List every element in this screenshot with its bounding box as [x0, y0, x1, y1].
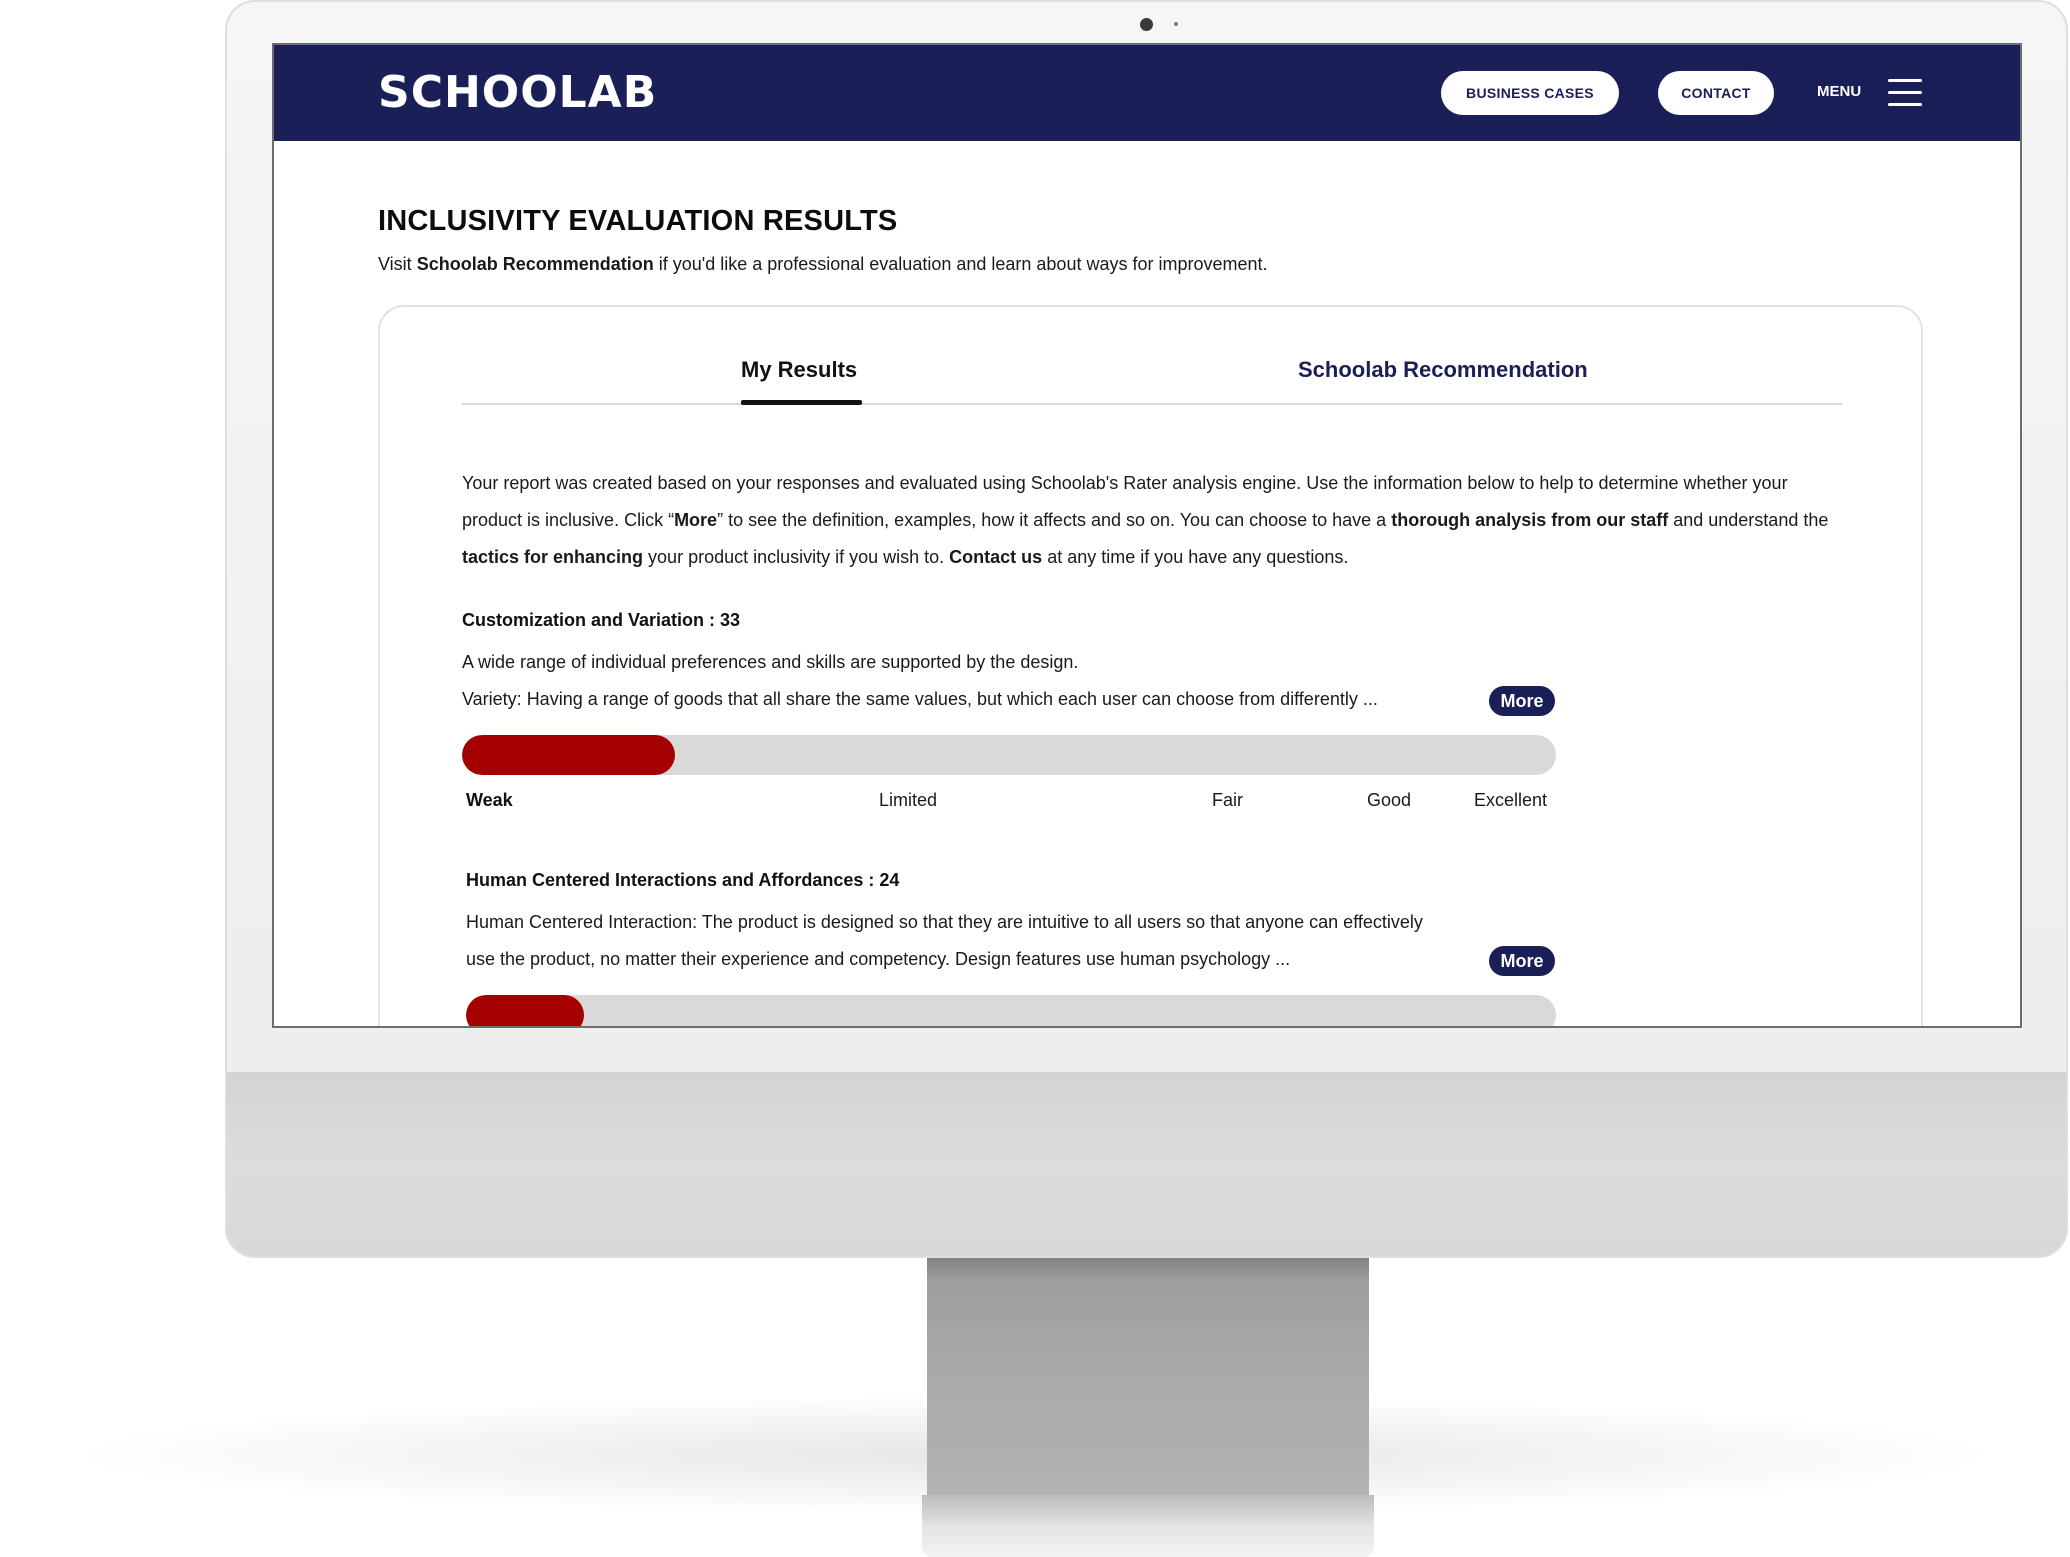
- subtitle-suffix: if you'd like a professional evaluation …: [653, 254, 1268, 274]
- subtitle-prefix: Visit: [378, 254, 417, 274]
- subtitle-recommendation-link[interactable]: Schoolab Recommendation: [417, 254, 654, 274]
- intro-text-5: at any time if you have any questions.: [1042, 547, 1349, 567]
- monitor-chin: [227, 1072, 2066, 1256]
- scale-good: Good: [1367, 790, 1412, 810]
- more-button-human-centered[interactable]: More: [1489, 946, 1555, 976]
- logo-text: SCHOOLAB: [378, 66, 658, 118]
- section-desc-customization: A wide range of individual preferences a…: [462, 652, 1079, 672]
- section-desc-human-centered: Human Centered Interaction: The product …: [466, 912, 1423, 932]
- section-desc2-human-centered: use the product, no matter their experie…: [466, 949, 1291, 969]
- product-mockup: SCHOOLAB BUSINESS CASES CONTACT MENU INC…: [0, 0, 2070, 1557]
- menu-label[interactable]: MENU: [1817, 83, 1861, 100]
- more-button-customization[interactable]: More: [1489, 686, 1555, 716]
- hamburger-menu-icon[interactable]: [1888, 79, 1922, 107]
- tab-schoolab-recommendation[interactable]: Schoolab Recommendation: [1298, 357, 1588, 383]
- business-cases-button[interactable]: BUSINESS CASES: [1441, 71, 1619, 115]
- tab-my-results[interactable]: My Results: [741, 357, 857, 383]
- score-bar-fill-human-centered: [466, 995, 584, 1026]
- intro-more-word: More: [674, 510, 718, 530]
- active-tab-indicator: [741, 400, 862, 405]
- page-title: INCLUSIVITY EVALUATION RESULTS: [378, 205, 898, 237]
- scale-fair: Fair: [1212, 790, 1243, 810]
- section-variety-customization: Variety: Having a range of goods that al…: [462, 689, 1378, 709]
- intro-contact-link[interactable]: Contact us: [949, 547, 1042, 567]
- section-title-customization: Customization and Variation : 33: [462, 610, 741, 630]
- monitor-stand-foot: [922, 1495, 1374, 1557]
- screen: SCHOOLAB BUSINESS CASES CONTACT MENU INC…: [272, 43, 2022, 1028]
- section-title-human-centered: Human Centered Interactions and Affordan…: [466, 870, 900, 890]
- page-subtitle: Visit Schoolab Recommendation if you'd l…: [378, 254, 1268, 275]
- light-sensor: [1174, 22, 1178, 26]
- monitor-stand: [927, 1255, 1369, 1505]
- logo[interactable]: SCHOOLAB: [378, 66, 658, 118]
- score-bar-customization: [462, 735, 1556, 775]
- scale-limited: Limited: [879, 790, 938, 810]
- top-nav: SCHOOLAB BUSINESS CASES CONTACT MENU: [274, 45, 2020, 141]
- intro-text-4: your product inclusivity if you wish to.: [643, 547, 950, 567]
- results-card: My Results Schoolab Recommendation Your …: [378, 305, 1923, 1026]
- intro-text-2: ” to see the definition, examples, how i…: [717, 510, 1392, 530]
- scale-weak: Weak: [466, 790, 513, 810]
- intro-text-3: and understand the: [1668, 510, 1829, 530]
- intro-thorough-analysis: thorough analysis from our staff: [1391, 510, 1669, 530]
- scale-excellent: Excellent: [1474, 790, 1548, 810]
- tabs-divider: [462, 403, 1842, 405]
- intro-tactics: tactics for enhancing: [462, 547, 644, 567]
- intro-paragraph: Your report was created based on your re…: [462, 465, 1847, 576]
- score-bar-fill-customization: [462, 735, 676, 775]
- camera-icon: [1140, 18, 1153, 31]
- score-bar-human-centered: [466, 995, 1556, 1026]
- contact-button[interactable]: CONTACT: [1658, 71, 1774, 115]
